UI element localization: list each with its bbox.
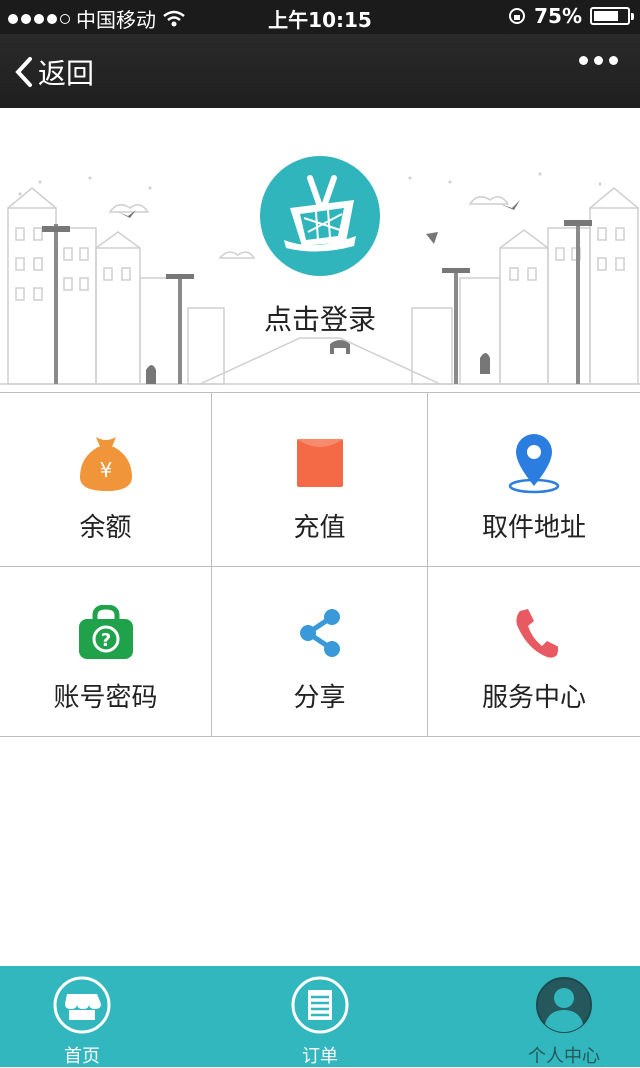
function-grid: ¥ 余额 充值 取件地址 ? 账号密码 分享 服务中心 bbox=[0, 392, 640, 737]
more-dots-icon[interactable] bbox=[579, 56, 618, 65]
grid-label: 取件地址 bbox=[481, 513, 586, 543]
profile-banner: 点击登录 bbox=[0, 108, 640, 392]
tab-profile[interactable]: 个人中心 bbox=[504, 966, 624, 1067]
rotation-lock-icon bbox=[509, 8, 526, 24]
status-right: 75% bbox=[508, 4, 634, 28]
grid-label: 充值 bbox=[293, 513, 346, 543]
tab-label: 个人中心 bbox=[528, 1046, 600, 1067]
lock-bag-icon: ? bbox=[71, 603, 141, 663]
grid-label: 分享 bbox=[293, 683, 346, 713]
location-pin-icon bbox=[499, 433, 569, 494]
money-bag-icon: ¥ bbox=[71, 433, 141, 493]
tab-orders[interactable]: 订单 bbox=[260, 966, 380, 1067]
avatar[interactable] bbox=[260, 156, 380, 276]
grid-item-address[interactable]: 取件地址 bbox=[428, 393, 640, 567]
svg-text:¥: ¥ bbox=[99, 458, 112, 482]
nav-bar: 返回 bbox=[0, 34, 640, 108]
grid-item-share[interactable]: 分享 bbox=[212, 567, 428, 737]
tab-label: 首页 bbox=[64, 1046, 100, 1067]
tab-label: 订单 bbox=[302, 1046, 338, 1067]
share-icon bbox=[285, 603, 355, 663]
status-bar: 中国移动 上午10:15 75% bbox=[0, 0, 640, 34]
grid-label: 余额 bbox=[79, 513, 132, 543]
battery-percent: 75% bbox=[534, 4, 582, 28]
battery-level bbox=[594, 11, 618, 21]
tab-bar: 首页 订单 个人中心 bbox=[0, 966, 640, 1067]
grid-item-recharge[interactable]: 充值 bbox=[212, 393, 428, 567]
grid-label: 账号密码 bbox=[53, 683, 158, 713]
chevron-left-icon bbox=[15, 57, 32, 87]
login-link[interactable]: 点击登录 bbox=[0, 298, 640, 338]
back-label: 返回 bbox=[38, 57, 95, 90]
store-icon bbox=[53, 976, 111, 1034]
grid-item-password[interactable]: ? 账号密码 bbox=[0, 567, 212, 737]
battery-icon bbox=[590, 7, 634, 25]
user-icon bbox=[536, 977, 592, 1033]
back-button[interactable]: 返回 bbox=[14, 52, 94, 92]
tab-home[interactable]: 首页 bbox=[22, 966, 142, 1067]
order-list-icon bbox=[291, 976, 349, 1034]
shopping-basket-icon bbox=[284, 175, 356, 252]
grid-label: 服务中心 bbox=[481, 683, 586, 713]
grid-item-balance[interactable]: ¥ 余额 bbox=[0, 393, 212, 567]
grid-item-service[interactable]: 服务中心 bbox=[428, 567, 640, 737]
red-envelope-icon bbox=[285, 433, 355, 493]
svg-text:?: ? bbox=[100, 630, 110, 651]
phone-icon bbox=[499, 603, 569, 663]
